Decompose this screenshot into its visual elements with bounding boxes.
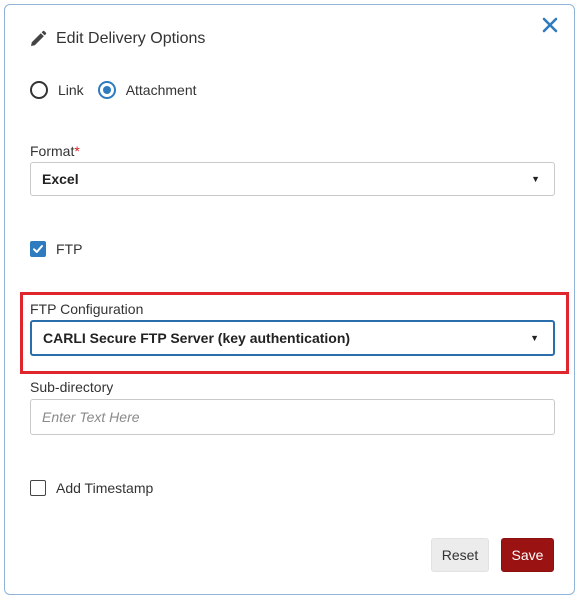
radio-link-label: Link [58,82,84,98]
radio-selected-dot [102,86,111,94]
caret-down-icon: ▼ [530,333,539,343]
ftp-configuration-label: FTP Configuration [30,301,144,317]
radio-link[interactable]: Link [30,81,84,99]
dialog-title: Edit Delivery Options [56,30,206,47]
format-label: Format* [30,143,80,159]
sub-directory-input[interactable] [30,399,555,435]
caret-down-icon: ▼ [531,174,540,184]
dialog-header: Edit Delivery Options [29,27,205,51]
reset-button[interactable]: Reset [431,538,489,572]
radio-attachment-label: Attachment [125,82,197,98]
radio-attachment-circle[interactable] [97,81,116,99]
add-timestamp-checkbox-row[interactable]: Add Timestamp [30,480,153,496]
ftp-configuration-select[interactable]: CARLI Secure FTP Server (key authenticat… [30,320,555,356]
delivery-type-radio-group: Link Attachment [30,79,211,101]
ftp-checkbox[interactable] [30,241,46,257]
ftp-checkbox-label: FTP [56,241,83,257]
format-select[interactable]: Excel ▼ [30,162,555,196]
save-button[interactable]: Save [501,538,554,572]
checkmark-icon [33,245,43,253]
radio-attachment[interactable]: Attachment [97,81,197,99]
required-asterisk: * [74,143,80,159]
sub-directory-label: Sub-directory [30,379,114,395]
close-button[interactable] [540,17,560,37]
ftp-checkbox-row[interactable]: FTP [30,241,82,257]
add-timestamp-checkbox[interactable] [30,480,46,496]
format-select-value: Excel [42,171,79,187]
radio-link-circle[interactable] [30,81,48,99]
format-label-text: Format [30,143,75,159]
close-icon [542,17,558,38]
pencil-icon [29,30,47,48]
edit-delivery-options-dialog: Edit Delivery Options Link Attachment Fo… [4,4,575,595]
add-timestamp-label: Add Timestamp [56,480,154,496]
ftp-configuration-select-value: CARLI Secure FTP Server (key authenticat… [43,330,351,346]
